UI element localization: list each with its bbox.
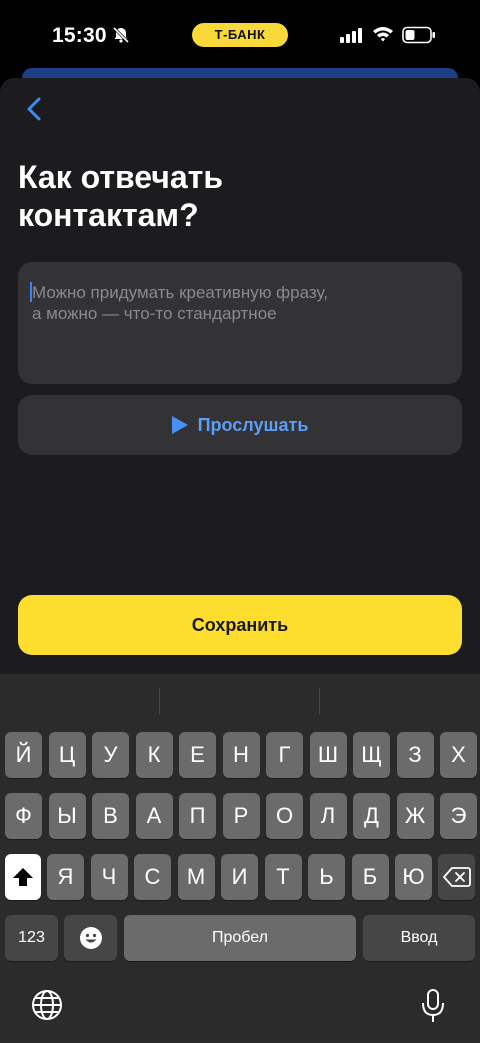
back-button[interactable] <box>20 94 48 124</box>
key-Е[interactable]: Е <box>179 732 216 778</box>
battery-icon <box>402 26 435 44</box>
shift-icon <box>13 868 33 886</box>
play-icon <box>171 416 188 434</box>
listen-button-label: Прослушать <box>197 414 309 435</box>
keyboard: ЙЦУКЕНГШЩЗХ ФЫВАПРОЛДЖЭ ЯЧСМИТЬБЮ 123 Пр… <box>0 674 480 1043</box>
mic-icon[interactable] <box>420 988 446 1024</box>
key-Ю[interactable]: Ю <box>395 854 432 900</box>
numbers-key[interactable]: 123 <box>5 915 58 961</box>
key-Э[interactable]: Э <box>440 793 477 839</box>
return-key[interactable]: Ввод <box>363 915 475 961</box>
suggestion-divider <box>319 688 320 714</box>
key-О[interactable]: О <box>266 793 303 839</box>
shift-key[interactable] <box>5 854 41 900</box>
listen-button[interactable]: Прослушать <box>18 395 462 455</box>
key-Й[interactable]: Й <box>5 732 42 778</box>
suggestion-divider <box>159 688 160 714</box>
key-З[interactable]: З <box>396 732 434 778</box>
space-key[interactable]: Пробел <box>124 915 356 961</box>
key-В[interactable]: В <box>92 793 129 839</box>
reply-phrase-input[interactable]: Можно придумать креативную фразу, а можн… <box>18 262 462 384</box>
wifi-icon <box>373 27 393 42</box>
input-placeholder: Можно придумать креативную фразу, а можн… <box>32 283 329 323</box>
key-Х[interactable]: Х <box>440 732 477 778</box>
status-bar: 15:30 Т-БАНК <box>0 0 480 72</box>
key-М[interactable]: М <box>177 854 215 900</box>
status-time: 15:30 <box>52 24 107 47</box>
key-Ы[interactable]: Ы <box>48 793 86 839</box>
save-button[interactable]: Сохранить <box>18 595 462 655</box>
delete-icon <box>442 867 471 887</box>
key-Т[interactable]: Т <box>264 854 302 900</box>
key-А[interactable]: А <box>135 793 173 839</box>
key-У[interactable]: У <box>92 732 129 778</box>
key-Д[interactable]: Д <box>353 793 390 839</box>
key-Ч[interactable]: Ч <box>90 854 128 900</box>
key-Л[interactable]: Л <box>309 793 347 839</box>
key-С[interactable]: С <box>134 854 171 900</box>
key-Р[interactable]: Р <box>222 793 260 839</box>
key-Ш[interactable]: Ш <box>309 732 347 778</box>
key-Я[interactable]: Я <box>47 854 84 900</box>
key-Ж[interactable]: Ж <box>396 793 434 839</box>
signal-icon <box>340 28 362 43</box>
key-Б[interactable]: Б <box>351 854 389 900</box>
suggestion-bar[interactable] <box>0 674 480 726</box>
key-И[interactable]: И <box>221 854 258 900</box>
key-Ф[interactable]: Ф <box>5 793 42 839</box>
key-Щ[interactable]: Щ <box>353 732 390 778</box>
key-Ь[interactable]: Ь <box>308 854 345 900</box>
emoji-key[interactable] <box>64 915 117 961</box>
carrier-badge: Т-БАНК <box>192 23 288 47</box>
key-Н[interactable]: Н <box>222 732 260 778</box>
delete-key[interactable] <box>438 854 475 900</box>
globe-icon[interactable] <box>30 988 64 1022</box>
emoji-icon <box>79 927 102 949</box>
page-title: Как отвечать контактам? <box>18 159 224 233</box>
key-Г[interactable]: Г <box>266 732 303 778</box>
key-П[interactable]: П <box>179 793 216 839</box>
bell-off-icon <box>112 26 130 44</box>
key-К[interactable]: К <box>135 732 173 778</box>
key-Ц[interactable]: Ц <box>48 732 86 778</box>
